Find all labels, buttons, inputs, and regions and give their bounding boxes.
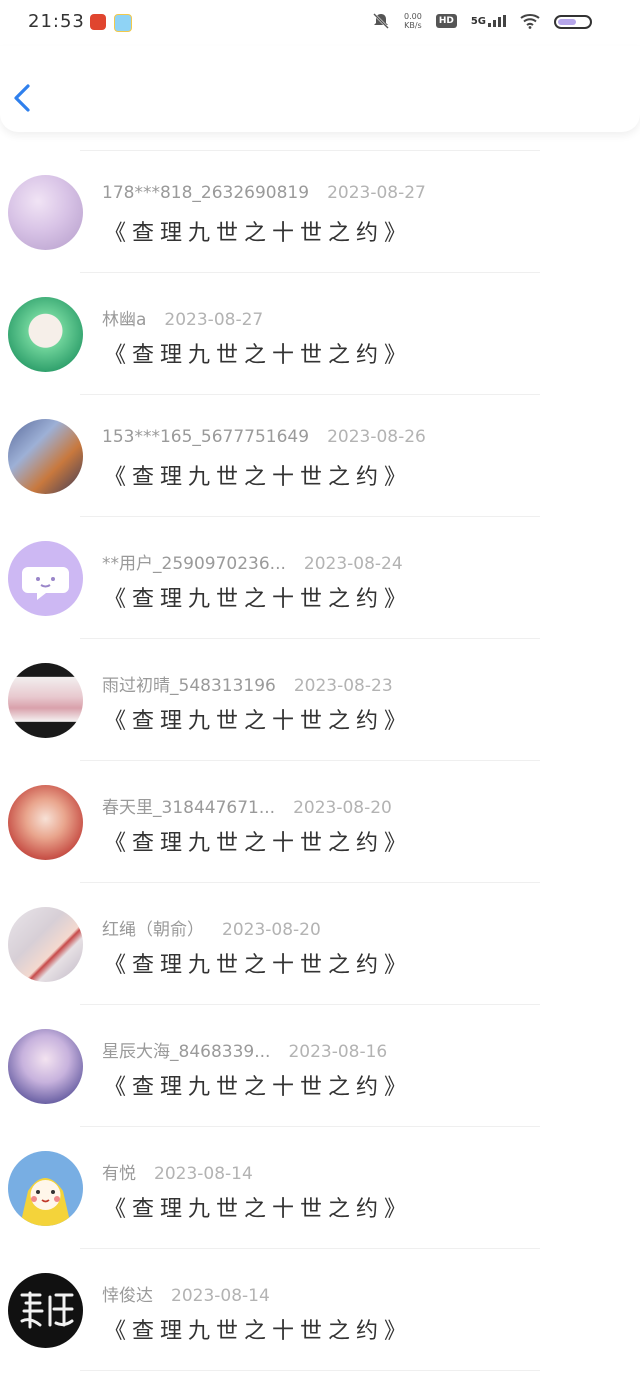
username: 雨过初晴_548313196: [102, 676, 276, 696]
avatar[interactable]: [8, 1273, 83, 1348]
avatar[interactable]: [8, 297, 83, 372]
book-title: 《查理九世之十世之约》: [104, 587, 413, 612]
avatar[interactable]: [8, 541, 83, 616]
avatar[interactable]: [8, 1151, 83, 1226]
username: 178***818_2632690819: [102, 183, 310, 203]
avatar[interactable]: [8, 785, 83, 860]
book-title: 《查理九世之十世之约》: [104, 343, 413, 368]
list-item[interactable]: 悻俊达 2023-08-14 《查理九世之十世之约》: [0, 1249, 640, 1370]
username: 红绳（朝俞）: [102, 920, 204, 940]
book-title: 《查理九世之十世之约》: [104, 831, 413, 856]
item-meta: 悻俊达 2023-08-14: [102, 1281, 270, 1306]
book-title: 《查理九世之十世之约》: [104, 465, 413, 490]
hd-badge: HD: [435, 14, 457, 28]
book-title: 《查理九世之十世之约》: [104, 1319, 413, 1344]
username: 153***165_5677751649: [102, 427, 310, 447]
network-type: 5G: [470, 16, 486, 27]
top-app-bar: [0, 46, 640, 132]
post-date: 2023-08-14: [171, 1286, 270, 1306]
post-date: 2023-08-16: [288, 1042, 388, 1062]
avatar[interactable]: [8, 663, 83, 738]
signal-bars-icon: [488, 15, 506, 27]
username: 林幽a: [102, 310, 147, 330]
list-item[interactable]: **用户_2590970236... 2023-08-24 《查理九世之十世之约》: [0, 517, 640, 638]
item-meta: 红绳（朝俞） 2023-08-20: [102, 915, 321, 940]
avatar[interactable]: [8, 907, 83, 982]
mute-bell-icon: [373, 13, 389, 29]
avatar[interactable]: [8, 1029, 83, 1104]
avatar[interactable]: [8, 175, 83, 250]
network-speed: 0.00 KB/s: [404, 12, 422, 30]
chat-bubble-icon: [22, 567, 69, 600]
item-meta: 有悦 2023-08-14: [102, 1159, 253, 1184]
list-item[interactable]: 雨过初晴_548313196 2023-08-23 《查理九世之十世之约》: [0, 639, 640, 760]
avatar[interactable]: [8, 419, 83, 494]
list-item[interactable]: 有悦 2023-08-14 《查理九世之十世之约》: [0, 1127, 640, 1248]
divider: [80, 1370, 540, 1371]
post-date: 2023-08-14: [154, 1164, 253, 1184]
post-date: 2023-08-27: [164, 310, 264, 330]
item-meta: 178***818_2632690819 2023-08-27: [102, 183, 426, 203]
list-item[interactable]: 178***818_2632690819 2023-08-27 《查理九世之十世之…: [0, 151, 640, 272]
username: 有悦: [102, 1164, 136, 1184]
username: 春天里_318447671...: [102, 798, 276, 818]
post-date: 2023-08-20: [293, 798, 392, 818]
username: 星辰大海_8468339...: [102, 1042, 271, 1062]
list-item[interactable]: 153***165_5677751649 2023-08-26 《查理九世之十世之…: [0, 395, 640, 516]
post-date: 2023-08-23: [293, 676, 393, 696]
signal-indicator: 5G: [471, 15, 506, 27]
item-meta: 春天里_318447671... 2023-08-20: [102, 793, 392, 818]
book-title: 《查理九世之十世之约》: [104, 1197, 413, 1222]
status-indicators: 0.00 KB/s HD 5G: [372, 12, 540, 30]
username: 悻俊达: [102, 1286, 153, 1306]
item-meta: 153***165_5677751649 2023-08-26: [102, 427, 426, 447]
chevron-left-icon: [14, 84, 30, 112]
speed-unit: KB/s: [404, 21, 422, 30]
book-title: 《查理九世之十世之约》: [104, 953, 413, 978]
post-date: 2023-08-20: [222, 920, 321, 940]
item-meta: **用户_2590970236... 2023-08-24: [102, 549, 403, 574]
item-meta: 星辰大海_8468339... 2023-08-16: [102, 1037, 387, 1062]
battery-icon: [554, 15, 592, 29]
list-item[interactable]: 红绳（朝俞） 2023-08-20 《查理九世之十世之约》: [0, 883, 640, 1004]
cartoon-face-icon: [20, 1178, 71, 1226]
speed-value: 0.00: [404, 12, 422, 21]
recommendation-list: 178***818_2632690819 2023-08-27 《查理九世之十世之…: [0, 150, 640, 1371]
list-item[interactable]: 春天里_318447671... 2023-08-20 《查理九世之十世之约》: [0, 761, 640, 882]
status-time: 21:53: [28, 11, 85, 32]
list-item[interactable]: 星辰大海_8468339... 2023-08-16 《查理九世之十世之约》: [0, 1005, 640, 1126]
post-date: 2023-08-26: [327, 427, 426, 447]
post-date: 2023-08-27: [327, 183, 426, 203]
username: **用户_2590970236...: [102, 554, 286, 574]
app-notification-icon: [114, 14, 132, 32]
wifi-icon: [520, 14, 540, 29]
item-meta: 雨过初晴_548313196 2023-08-23: [102, 671, 393, 696]
calligraphy-avatar-icon: [20, 1291, 74, 1329]
book-title: 《查理九世之十世之约》: [104, 1075, 413, 1100]
item-meta: 林幽a 2023-08-27: [102, 305, 263, 330]
battery-level: [558, 19, 576, 25]
list-item[interactable]: 林幽a 2023-08-27 《查理九世之十世之约》: [0, 273, 640, 394]
status-bar: 21:53 0.00 KB/s HD 5G: [0, 0, 640, 46]
app-notification-icon: [90, 14, 106, 30]
post-date: 2023-08-24: [303, 554, 403, 574]
book-title: 《查理九世之十世之约》: [104, 221, 413, 246]
book-title: 《查理九世之十世之约》: [104, 709, 413, 734]
back-button[interactable]: [8, 78, 38, 118]
